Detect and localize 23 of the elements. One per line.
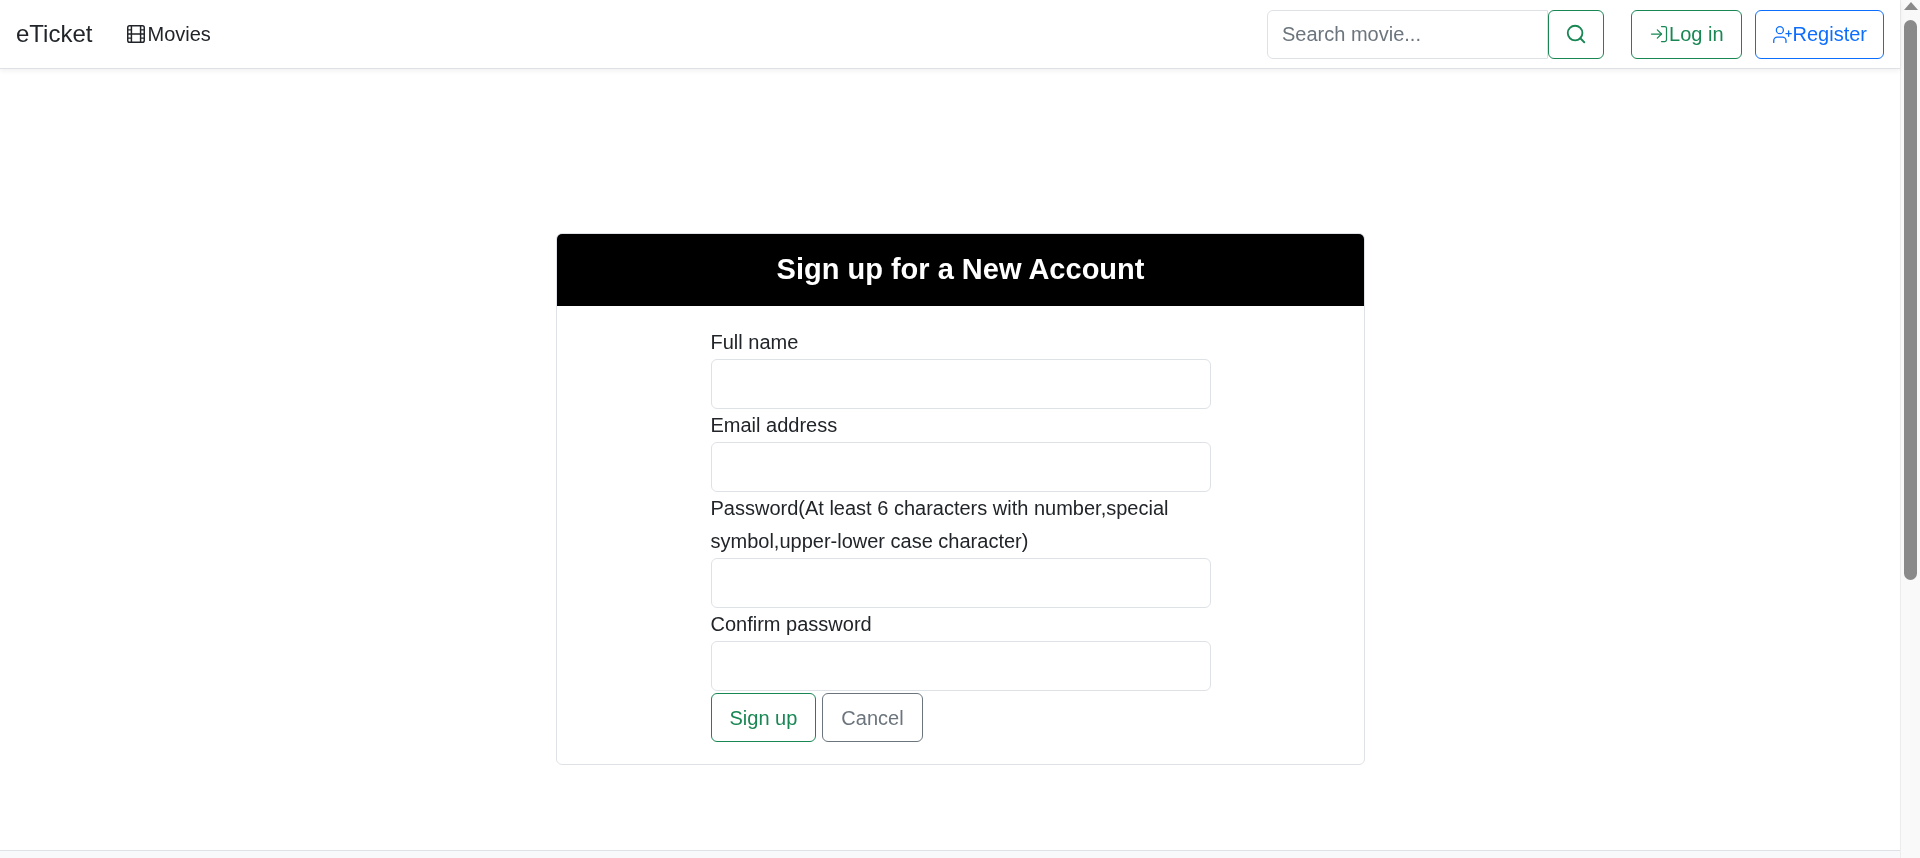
field-label: Full name [710,330,800,355]
movies-link[interactable]: Movies [125,20,211,48]
cancel-button[interactable]: Cancel [822,693,923,742]
card-title: Sign up for a New Account [776,252,1145,288]
brand-link[interactable]: eTicket [16,18,93,50]
search-field[interactable]: Search movie... [1267,9,1548,59]
film-icon [125,23,148,45]
scrollbar-thumb[interactable] [1904,20,1917,580]
login-button[interactable]: Log in [1631,9,1742,59]
search-icon [1565,23,1587,45]
input-field[interactable] [710,442,1211,492]
field-label: Confirm password [710,612,873,637]
login-arrow-icon [1649,24,1669,44]
input-field[interactable] [710,359,1211,409]
search-button[interactable] [1548,9,1604,59]
register-button[interactable]: Register [1754,9,1884,59]
input-field[interactable] [710,641,1211,691]
scroll-up-arrow-icon[interactable] [1903,2,1918,10]
person-plus-icon [1771,23,1793,45]
input-field[interactable] [710,558,1211,608]
field-label: Password(At least 6 characters with number,special symbol,upper-lower case character) [710,496,1170,554]
sign-up-button[interactable]: Sign up [710,693,817,742]
field-label: Email address [710,413,839,438]
